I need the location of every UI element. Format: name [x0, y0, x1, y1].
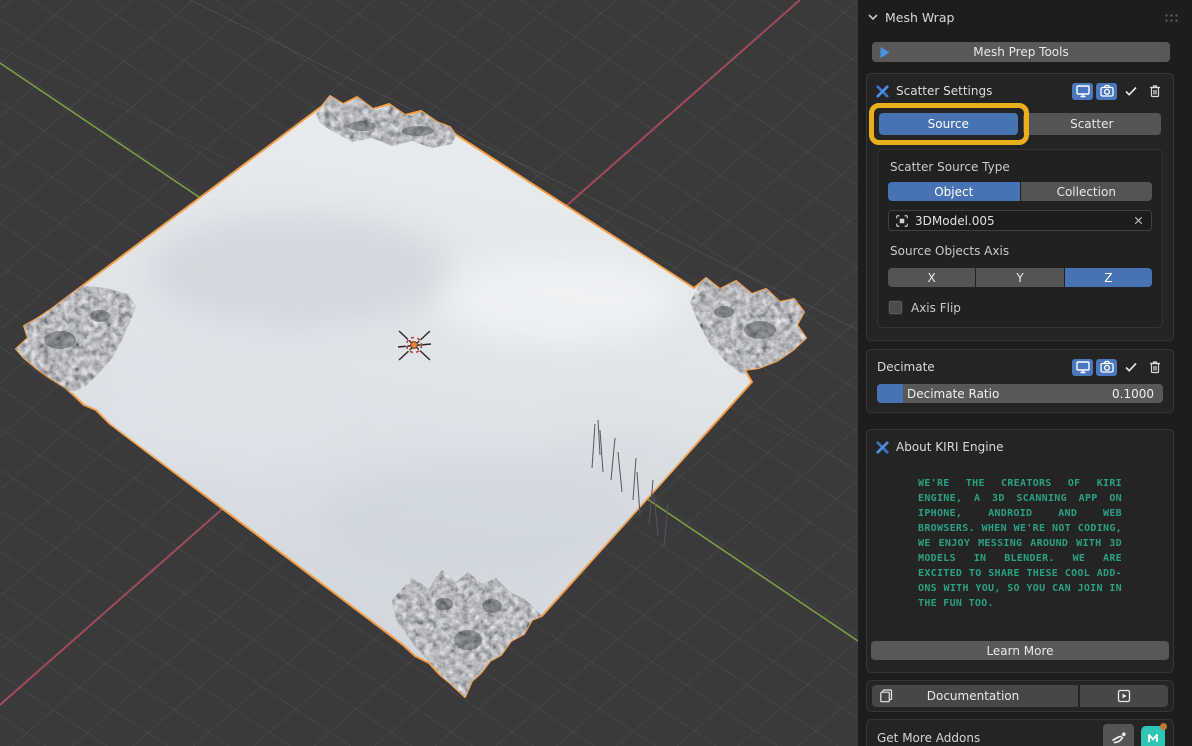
source-objects-axis-label: Source Objects Axis	[890, 244, 1152, 258]
delete-modifier-button[interactable]	[1144, 83, 1165, 100]
mesh-prep-tools-button[interactable]: Mesh Prep Tools	[872, 42, 1170, 62]
viewport-scene	[0, 0, 858, 746]
documentation-box: Documentation	[866, 680, 1174, 712]
copy-docs-icon	[878, 688, 894, 704]
delete-icon	[1147, 83, 1163, 99]
axis-flip-label: Axis Flip	[911, 301, 961, 315]
display-render-icon	[1099, 359, 1115, 375]
option-collection-label: Collection	[1057, 185, 1116, 199]
delete-icon	[1147, 359, 1163, 375]
display-viewport-toggle[interactable]	[1072, 83, 1093, 100]
axis-z-label: Z	[1104, 271, 1112, 285]
superhive-market-button[interactable]	[1103, 724, 1134, 746]
option-object[interactable]: Object	[888, 182, 1020, 201]
get-more-addons-box: Get More Addons	[866, 719, 1174, 746]
decimate-ratio-label: Decimate Ratio	[907, 387, 999, 401]
apply-icon	[1123, 83, 1139, 99]
display-render-toggle[interactable]	[1096, 83, 1117, 100]
kiri-tools-icon	[875, 440, 890, 455]
option-object-label: Object	[934, 185, 973, 199]
display-render-icon	[1099, 83, 1115, 99]
learn-more-label: Learn More	[986, 644, 1053, 658]
tab-scatter-label: Scatter	[1070, 117, 1113, 131]
superhive-market-icon	[1110, 730, 1128, 746]
axis-y-button[interactable]: Y	[976, 268, 1063, 287]
mesh-prep-tools-label: Mesh Prep Tools	[973, 45, 1068, 59]
decimate-ratio-value: 0.1000	[1112, 387, 1154, 401]
scanned-terrain-mesh[interactable]	[10, 93, 810, 704]
video-tutorial-button[interactable]	[1080, 685, 1168, 707]
about-kiri-title: About KIRI Engine	[896, 440, 1004, 454]
play-icon	[879, 46, 891, 59]
decimate-box: Decimate	[866, 349, 1174, 413]
mesh-wrap-panel-header[interactable]: Mesh Wrap	[858, 0, 1192, 30]
scatter-settings-title: Scatter Settings	[896, 84, 992, 98]
slider-fill	[877, 384, 903, 403]
clear-x-icon	[1132, 214, 1145, 227]
axis-x-button[interactable]: X	[888, 268, 975, 287]
axis-flip-row: Axis Flip	[888, 300, 1152, 315]
n-panel-sidebar: Mesh Wrap Mesh Prep Tools Scatter Settin…	[858, 0, 1192, 746]
display-viewport-icon	[1075, 359, 1091, 375]
documentation-button[interactable]: Documentation	[872, 685, 1078, 707]
apply-modifier-button[interactable]	[1120, 83, 1141, 100]
display-viewport-icon	[1075, 83, 1091, 99]
scatter-source-type-label: Scatter Source Type	[890, 160, 1152, 174]
kiri-tools-icon	[875, 84, 890, 99]
apply-icon	[1123, 359, 1139, 375]
about-kiri-text: WE'RE THE CREATORS OF KIRI ENGINE, A 3D …	[918, 476, 1122, 611]
scatter-source-type-box: Scatter Source Type Object Collection 3D…	[877, 149, 1163, 328]
video-link-icon	[1116, 688, 1132, 704]
source-object-field[interactable]: 3DModel.005	[888, 210, 1152, 231]
3d-viewport[interactable]	[0, 0, 858, 746]
collapse-chevron-icon[interactable]	[866, 10, 880, 24]
learn-more-button[interactable]: Learn More	[871, 641, 1169, 660]
blender-window: Mesh Wrap Mesh Prep Tools Scatter Settin…	[0, 0, 1192, 746]
decimate-delete-button[interactable]	[1144, 359, 1165, 376]
option-collection[interactable]: Collection	[1021, 182, 1153, 201]
object-data-icon	[895, 214, 909, 228]
get-more-addons-label: Get More Addons	[877, 731, 980, 745]
about-kiri-header: About KIRI Engine	[867, 430, 1173, 460]
decimate-apply-button[interactable]	[1120, 359, 1141, 376]
about-kiri-box: About KIRI Engine WE'RE THE CREATORS OF …	[866, 429, 1174, 673]
scatter-settings-box: Scatter Settings	[866, 73, 1174, 341]
kiri-app-notification-dot	[1160, 723, 1167, 730]
axis-z-button[interactable]: Z	[1065, 268, 1152, 287]
axis-x-label: X	[928, 271, 936, 285]
decimate-display-viewport-toggle[interactable]	[1072, 359, 1093, 376]
tab-source-label: Source	[928, 117, 969, 131]
documentation-label: Documentation	[894, 689, 1052, 703]
kiri-app-icon	[1145, 730, 1161, 746]
decimate-ratio-slider[interactable]: Decimate Ratio 0.1000	[877, 384, 1163, 403]
object-collection-segmented: Object Collection	[888, 182, 1152, 201]
decimate-display-render-toggle[interactable]	[1096, 359, 1117, 376]
axis-flip-checkbox[interactable]	[888, 300, 903, 315]
decimate-header: Decimate	[867, 350, 1173, 380]
kiri-app-button[interactable]	[1141, 726, 1165, 746]
tab-source[interactable]: Source	[879, 113, 1018, 135]
tab-scatter[interactable]: Scatter	[1023, 113, 1162, 135]
source-scatter-tabs: Source Scatter	[867, 113, 1173, 135]
scatter-settings-header: Scatter Settings	[867, 74, 1173, 104]
clear-object-button[interactable]	[1132, 214, 1145, 227]
panel-title: Mesh Wrap	[885, 10, 954, 25]
axis-segmented: X Y Z	[888, 268, 1152, 287]
source-object-name: 3DModel.005	[915, 214, 995, 228]
decimate-title: Decimate	[877, 360, 935, 374]
panel-grip-icon[interactable]	[1163, 12, 1180, 22]
axis-y-label: Y	[1016, 271, 1023, 285]
